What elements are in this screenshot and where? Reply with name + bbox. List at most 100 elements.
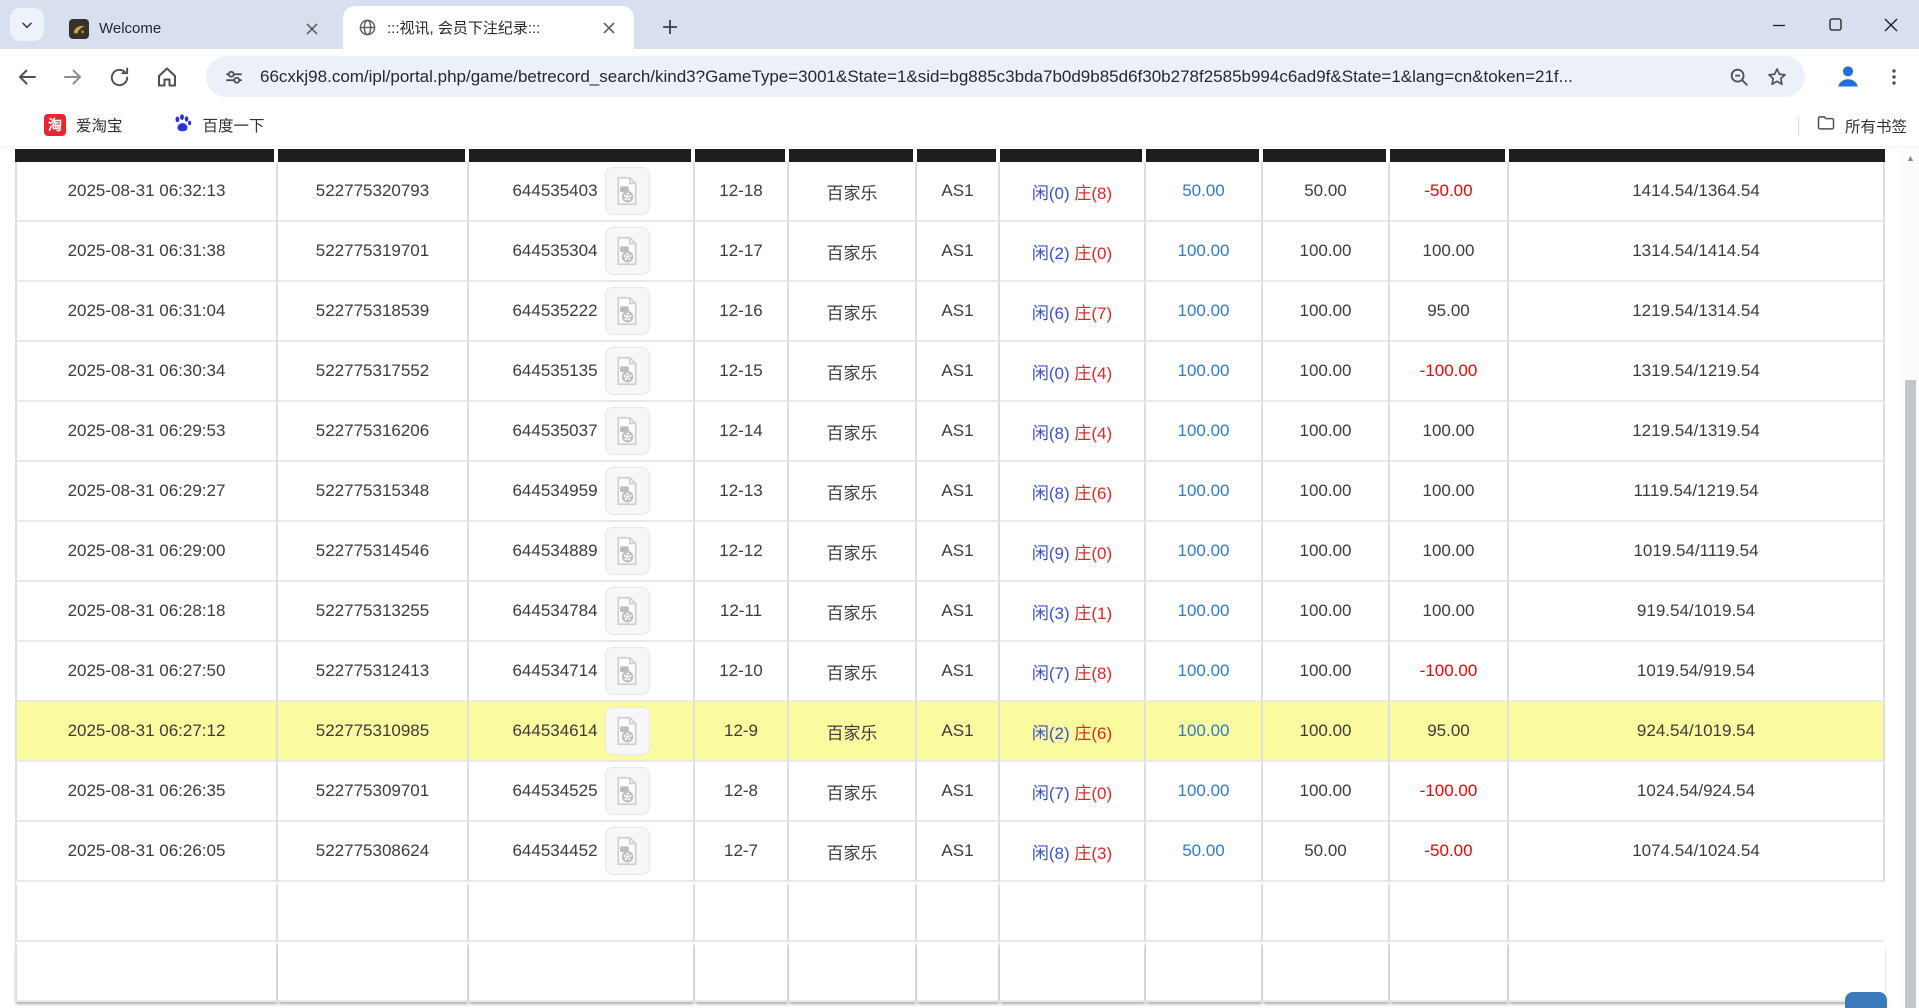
cell-valid-amount: 100.00 (1263, 342, 1390, 402)
cell-game-no: 644534714 (469, 642, 695, 702)
zoom-out-icon[interactable] (1725, 63, 1753, 91)
video-replay-button[interactable] (605, 647, 650, 695)
close-window-button[interactable] (1863, 5, 1919, 45)
video-replay-button[interactable] (605, 167, 650, 215)
cell-game-type: 百家乐 (789, 522, 917, 582)
back-button[interactable] (12, 62, 42, 92)
all-bookmarks-button[interactable]: 所有书签 (1798, 104, 1907, 147)
profile-avatar[interactable] (1833, 61, 1863, 91)
cell-order-no: 522775309701 (278, 762, 469, 822)
cell-bet-amount[interactable]: 50.00 (1146, 822, 1263, 882)
site-settings-icon[interactable] (220, 63, 248, 91)
cell-empty (789, 882, 917, 942)
cell-balance: 1314.54/1414.54 (1509, 222, 1885, 282)
cell-result-detail: 闲(3) 庄(1) (1000, 582, 1146, 642)
cell-empty (695, 882, 789, 942)
minimize-button[interactable] (1751, 5, 1807, 45)
cell-bet-time: 2025-08-31 06:32:13 (15, 162, 278, 222)
film-reel-icon (613, 296, 641, 326)
table-row[interactable]: 2025-08-31 06:29:53522775316206644535037… (15, 402, 1885, 462)
table-row[interactable]: 2025-08-31 06:31:38522775319701644535304… (15, 222, 1885, 282)
video-replay-button[interactable] (605, 287, 650, 335)
cell-bet-amount[interactable]: 100.00 (1146, 462, 1263, 522)
cell-winloss: 100.00 (1390, 402, 1509, 462)
maximize-button[interactable] (1807, 5, 1863, 45)
tab-betrecord[interactable]: :::视讯, 会员下注纪录::: (343, 6, 634, 49)
cell-bet-amount[interactable]: 100.00 (1146, 582, 1263, 642)
video-replay-button[interactable] (605, 707, 650, 755)
table-header-cell (1263, 149, 1390, 162)
cell-bet-time: 2025-08-31 06:26:35 (15, 762, 278, 822)
tab-close-icon[interactable] (598, 17, 620, 39)
video-replay-button[interactable] (605, 587, 650, 635)
cell-bet-amount[interactable]: 50.00 (1146, 162, 1263, 222)
cell-bet-amount[interactable]: 100.00 (1146, 702, 1263, 762)
scrollbar-thumb[interactable] (1905, 380, 1916, 1008)
cell-balance: 919.54/1019.54 (1509, 582, 1885, 642)
vertical-scrollbar[interactable]: ▲ (1902, 147, 1919, 1008)
cell-empty (1509, 882, 1885, 942)
baidu-paw-icon (171, 112, 193, 139)
back-to-top-button[interactable] (1845, 992, 1887, 1008)
cell-table-name: AS1 (917, 642, 1000, 702)
cell-winloss: -50.00 (1390, 162, 1509, 222)
video-replay-button[interactable] (605, 527, 650, 575)
video-replay-button[interactable] (605, 467, 650, 515)
cell-bet-amount[interactable]: 100.00 (1146, 222, 1263, 282)
table-row[interactable]: 2025-08-31 06:29:27522775315348644534959… (15, 462, 1885, 522)
cell-bet-amount[interactable]: 100.00 (1146, 402, 1263, 462)
tab-close-icon[interactable] (301, 18, 323, 40)
taobao-icon: 淘 (44, 114, 66, 136)
film-reel-icon (613, 656, 641, 686)
new-tab-button[interactable] (655, 12, 685, 42)
cell-empty (917, 882, 1000, 942)
home-button[interactable] (152, 62, 182, 92)
table-row[interactable]: 2025-08-31 06:27:50522775312413644534714… (15, 642, 1885, 702)
cell-bet-time: 2025-08-31 06:27:50 (15, 642, 278, 702)
table-header-cell (695, 149, 789, 162)
all-bookmarks-label: 所有书签 (1845, 115, 1907, 137)
welcome-favicon-icon (69, 19, 89, 39)
total-valid: 1100.00 (1263, 942, 1390, 1002)
browser-toolbar: 66cxkj98.com/ipl/portal.php/game/betreco… (0, 49, 1919, 104)
cell-game-no: 644535222 (469, 282, 695, 342)
bookmark-baidu[interactable]: 百度一下 (171, 112, 265, 139)
video-replay-button[interactable] (605, 347, 650, 395)
cell-valid-amount: 100.00 (1263, 462, 1390, 522)
table-row[interactable]: 2025-08-31 06:26:05522775308624644534452… (15, 822, 1885, 882)
video-replay-button[interactable] (605, 827, 650, 875)
total-result: 290.00 (1390, 942, 1509, 1002)
bookmark-star-icon[interactable] (1763, 63, 1791, 91)
table-row[interactable]: 2025-08-31 06:26:35522775309701644534525… (15, 762, 1885, 822)
cell-table-name: AS1 (917, 702, 1000, 762)
bookmark-aitaobao[interactable]: 淘 爱淘宝 (44, 114, 123, 136)
table-row[interactable]: 2025-08-31 06:29:00522775314546644534889… (15, 522, 1885, 582)
cell-valid-amount: 100.00 (1263, 402, 1390, 462)
browser-menu-button[interactable] (1879, 62, 1909, 92)
tab-welcome[interactable]: Welcome (55, 8, 337, 49)
browser-window: Welcome :::视讯, 会员下注纪录::: (0, 0, 1919, 1008)
video-replay-button[interactable] (605, 767, 650, 815)
url-bar[interactable]: 66cxkj98.com/ipl/portal.php/game/betreco… (206, 56, 1805, 97)
cell-bet-amount[interactable]: 100.00 (1146, 342, 1263, 402)
scroll-up-arrow-icon[interactable]: ▲ (1905, 153, 1916, 164)
tab-search-button[interactable] (10, 8, 44, 41)
cell-bet-amount[interactable]: 100.00 (1146, 522, 1263, 582)
video-replay-button[interactable] (605, 407, 650, 455)
table-row[interactable]: 2025-08-31 06:27:12522775310985644534614… (15, 702, 1885, 762)
cell-winloss: -100.00 (1390, 762, 1509, 822)
reload-button[interactable] (104, 62, 134, 92)
table-row[interactable]: 2025-08-31 06:32:13522775320793644535403… (15, 162, 1885, 222)
forward-button[interactable] (58, 62, 88, 92)
url-text[interactable]: 66cxkj98.com/ipl/portal.php/game/betreco… (260, 67, 1725, 87)
cell-winloss: 100.00 (1390, 582, 1509, 642)
cell-result-detail: 闲(2) 庄(0) (1000, 222, 1146, 282)
cell-bet-amount[interactable]: 100.00 (1146, 642, 1263, 702)
table-row[interactable]: 2025-08-31 06:31:04522775318539644535222… (15, 282, 1885, 342)
table-row[interactable]: 2025-08-31 06:28:18522775313255644534784… (15, 582, 1885, 642)
cell-table-name: AS1 (917, 162, 1000, 222)
table-row[interactable]: 2025-08-31 06:30:34522775317552644535135… (15, 342, 1885, 402)
cell-bet-amount[interactable]: 100.00 (1146, 282, 1263, 342)
cell-bet-amount[interactable]: 100.00 (1146, 762, 1263, 822)
video-replay-button[interactable] (605, 227, 650, 275)
